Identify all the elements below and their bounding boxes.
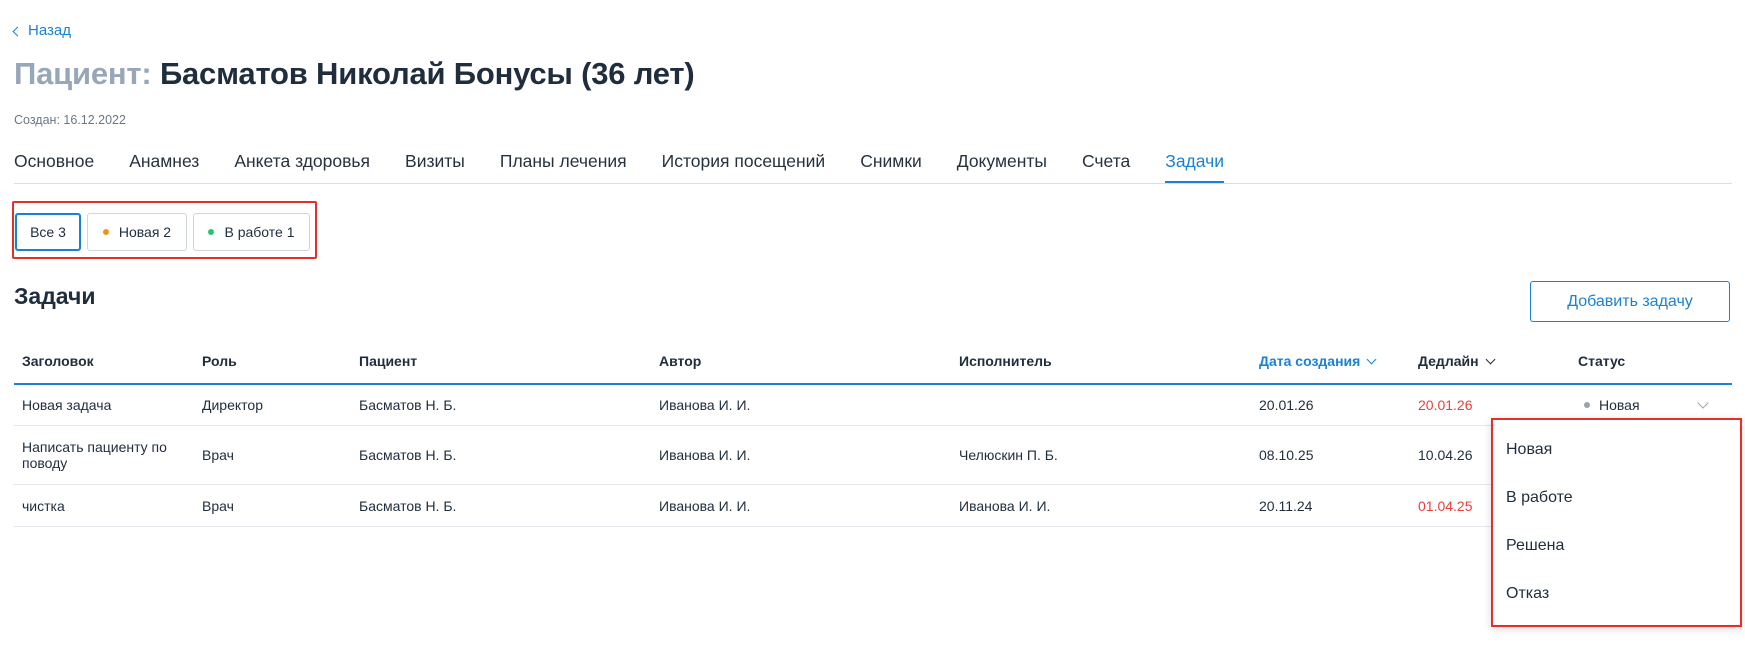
cell-patient: Басматов Н. Б.: [359, 447, 457, 463]
tab-documents[interactable]: Документы: [957, 151, 1047, 182]
cell-role: Врач: [202, 498, 234, 514]
filter-all[interactable]: Все 3: [15, 213, 81, 251]
tab-visits[interactable]: Визиты: [405, 151, 465, 182]
col-title: Заголовок: [22, 353, 94, 369]
add-task-button[interactable]: Добавить задачу: [1530, 281, 1730, 322]
filter-new[interactable]: Новая 2: [87, 213, 187, 251]
col-role: Роль: [202, 353, 237, 369]
tab-visit-history[interactable]: История посещений: [662, 151, 826, 182]
tab-treatment-plans[interactable]: Планы лечения: [500, 151, 627, 182]
cell-title: Написать пациенту по поводу: [22, 439, 167, 471]
col-status: Статус: [1578, 353, 1626, 369]
status-dropdown: Новая В работе Решена Отказ: [1491, 418, 1742, 627]
cell-assignee: Челюскин П. Б.: [959, 447, 1058, 463]
table-row[interactable]: Новая задача Директор Басматов Н. Б. Ива…: [14, 384, 1732, 426]
cell-deadline: 10.04.26: [1418, 447, 1473, 463]
page-title: Пациент: Басматов Николай Бонусы (36 лет…: [14, 56, 695, 92]
cell-assignee: Иванова И. И.: [959, 498, 1051, 514]
cell-deadline: 01.04.25: [1418, 498, 1473, 514]
filter-in-progress[interactable]: В работе 1: [193, 213, 310, 251]
status-dot-icon: [208, 229, 215, 235]
cell-deadline: 20.01.26: [1418, 397, 1473, 413]
status-select[interactable]: Новая: [1584, 397, 1640, 413]
cell-role: Директор: [202, 397, 263, 413]
tab-health-questionnaire[interactable]: Анкета здоровья: [234, 151, 370, 182]
cell-title: Новая задача: [22, 397, 112, 413]
table-row[interactable]: чистка Врач Басматов Н. Б. Иванова И. И.…: [14, 485, 1732, 527]
cell-author: Иванова И. И.: [659, 447, 751, 463]
cell-title: чистка: [22, 498, 65, 514]
tab-images[interactable]: Снимки: [860, 151, 922, 182]
col-patient: Пациент: [359, 353, 418, 369]
tab-invoices[interactable]: Счета: [1082, 151, 1130, 182]
col-created-date[interactable]: Дата создания: [1259, 353, 1377, 369]
status-option-new[interactable]: Новая: [1506, 441, 1552, 459]
back-label: Назад: [28, 22, 71, 39]
col-author: Автор: [659, 353, 702, 369]
table-header: Заголовок Роль Пациент Автор Исполнитель…: [14, 345, 1732, 385]
status-option-in-progress[interactable]: В работе: [1506, 489, 1573, 507]
patient-name: Басматов Николай Бонусы (36 лет): [159, 56, 695, 91]
chevron-down-icon: [1485, 354, 1496, 364]
status-value: Новая: [1599, 397, 1640, 413]
tab-main[interactable]: Основное: [14, 151, 94, 182]
cell-role: Врач: [202, 447, 234, 463]
tab-anamnesis[interactable]: Анамнез: [129, 151, 199, 182]
cell-created: 20.01.26: [1259, 397, 1314, 413]
status-option-rejected[interactable]: Отказ: [1506, 585, 1549, 603]
status-dot-icon: [102, 229, 109, 235]
status-dot-icon: [1584, 402, 1590, 408]
created-date: Создан: 16.12.2022: [14, 113, 126, 127]
cell-created: 20.11.24: [1259, 498, 1313, 514]
col-deadline-label: Дедлайн: [1418, 353, 1479, 369]
col-assignee: Исполнитель: [959, 353, 1052, 369]
col-created-date-label: Дата создания: [1259, 353, 1361, 369]
cell-created: 08.10.25: [1259, 447, 1314, 463]
back-link[interactable]: Назад: [12, 22, 71, 39]
cell-author: Иванова И. И.: [659, 397, 751, 413]
chevron-left-icon: [12, 26, 23, 36]
filter-new-label: Новая 2: [118, 224, 172, 240]
filter-in-progress-label: В работе 1: [224, 224, 295, 240]
title-prefix: Пациент:: [14, 56, 152, 91]
col-deadline[interactable]: Дедлайн: [1418, 353, 1496, 369]
status-option-resolved[interactable]: Решена: [1506, 537, 1564, 555]
cell-patient: Басматов Н. Б.: [359, 397, 457, 413]
tabs-bar: Основное Анамнез Анкета здоровья Визиты …: [14, 151, 1732, 184]
filter-all-label: Все 3: [30, 224, 66, 240]
tab-tasks[interactable]: Задачи: [1165, 151, 1225, 183]
cell-author: Иванова И. И.: [659, 498, 751, 514]
section-title: Задачи: [14, 283, 96, 309]
cell-patient: Басматов Н. Б.: [359, 498, 457, 514]
chevron-down-icon: [1366, 354, 1377, 364]
table-row[interactable]: Написать пациенту по поводу Врач Басмато…: [14, 426, 1732, 485]
